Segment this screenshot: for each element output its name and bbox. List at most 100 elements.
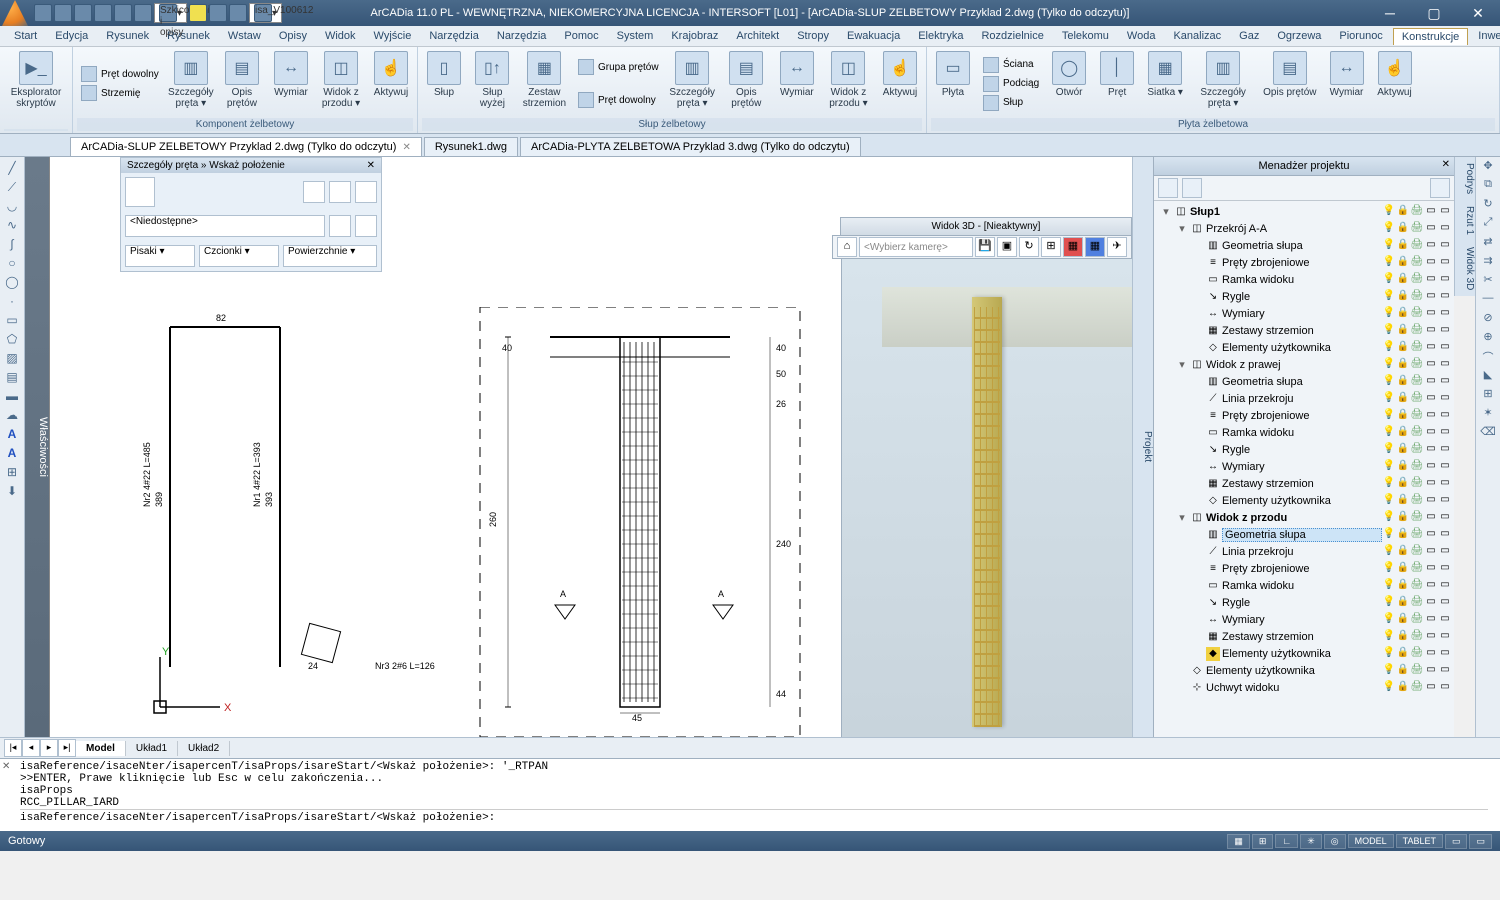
- rotate-tool-icon[interactable]: ↻: [1478, 197, 1498, 215]
- curve-tool-icon[interactable]: ∿: [2, 216, 22, 234]
- tree-row[interactable]: ▭Ramka widoku💡🔒🖨▭▭: [1156, 577, 1452, 594]
- bar-desc-button-2[interactable]: ▤Opis prętów: [722, 49, 771, 118]
- region-tool-icon[interactable]: ▤: [2, 368, 22, 386]
- qat-undo-icon[interactable]: [114, 4, 132, 22]
- trim-tool-icon[interactable]: ✂: [1478, 273, 1498, 291]
- tree-row[interactable]: ▾◫Widok z prawej💡🔒🖨▭▭: [1156, 356, 1452, 373]
- any-bar-button[interactable]: Pręt dowolny: [79, 65, 161, 83]
- pens-select[interactable]: Pisaki ▾: [125, 245, 195, 267]
- panel-close-icon[interactable]: ✕: [1442, 159, 1450, 170]
- mesh-button[interactable]: ▦Siatka ▾: [1143, 49, 1187, 118]
- dimension-button-3[interactable]: ↔Wymiar: [1325, 49, 1369, 118]
- tree-row[interactable]: ⟋Linia przekroju💡🔒🖨▭▭: [1156, 390, 1452, 407]
- menu-kanalizac[interactable]: Kanalizac: [1165, 28, 1229, 44]
- menu-wyjście[interactable]: Wyjście: [366, 28, 420, 44]
- tree-row[interactable]: ◇Elementy użytkownika💡🔒🖨▭▭: [1156, 492, 1452, 509]
- status-opt2[interactable]: ▭: [1469, 834, 1492, 849]
- menu-gaz[interactable]: Gaz: [1231, 28, 1267, 44]
- insert-tool-icon[interactable]: ⬇: [2, 482, 22, 500]
- tree-row[interactable]: ≡Pręty zbrojeniowe💡🔒🖨▭▭: [1156, 254, 1452, 271]
- view3d-cube-icon[interactable]: ▣: [997, 237, 1017, 257]
- menu-rysunek[interactable]: Rysunek: [98, 28, 157, 44]
- view3d-wire-icon[interactable]: ▦: [1085, 237, 1105, 257]
- osnap-toggle[interactable]: ◎: [1324, 834, 1346, 849]
- break-tool-icon[interactable]: ⊘: [1478, 311, 1498, 329]
- opening-button[interactable]: ◯Otwór: [1047, 49, 1091, 118]
- tree-row[interactable]: ▾◫Widok z przodu💡🔒🖨▭▭: [1156, 509, 1452, 526]
- panel-close-icon[interactable]: ✕: [367, 160, 375, 171]
- view3d-save-icon[interactable]: 💾: [975, 237, 995, 257]
- front-view-button[interactable]: ◫Widok z przodu ▾: [317, 49, 365, 118]
- block-tool-icon[interactable]: ⊞: [2, 463, 22, 481]
- offset-tool-icon[interactable]: ⇉: [1478, 254, 1498, 272]
- fill-tool-icon[interactable]: ▬: [2, 387, 22, 405]
- tree-row[interactable]: ◇Elementy użytkownika💡🔒🖨▭▭: [1156, 339, 1452, 356]
- bar-desc-button-3[interactable]: ▤Opis prętów: [1259, 49, 1320, 118]
- qat-print-icon[interactable]: [94, 4, 112, 22]
- close-button[interactable]: ✕: [1456, 0, 1500, 26]
- revcloud-tool-icon[interactable]: ☁: [2, 406, 22, 424]
- tree-row[interactable]: ▥Geometria słupa💡🔒🖨▭▭: [1156, 237, 1452, 254]
- extend-tool-icon[interactable]: —: [1478, 292, 1498, 310]
- column-above-button[interactable]: ▯↑Słup wyżej: [470, 49, 515, 118]
- beam-button[interactable]: Podciąg: [981, 75, 1041, 93]
- doc-tab[interactable]: ArCADia-PLYTA ZELBETOWA Przyklad 3.dwg (…: [520, 137, 861, 156]
- layer-select[interactable]: <Niedostępne>: [125, 215, 325, 237]
- activate-button-2[interactable]: ☝Aktywuj: [878, 49, 922, 118]
- tree-row[interactable]: ▾◫Słup1💡🔒🖨▭▭: [1156, 203, 1452, 220]
- qat-new-icon[interactable]: [34, 4, 52, 22]
- panel-preview-icon[interactable]: [125, 177, 155, 207]
- tree-row[interactable]: ▦Zestawy strzemion💡🔒🖨▭▭: [1156, 475, 1452, 492]
- menu-elektryka[interactable]: Elektryka: [910, 28, 971, 44]
- qat-freeze-icon[interactable]: [229, 4, 247, 22]
- workspace-combo[interactable]: Szkicowanie i opisy ▾: [154, 3, 187, 23]
- bar-button[interactable]: │Pręt: [1095, 49, 1139, 118]
- menu-narzędzia[interactable]: Narzędzia: [421, 28, 487, 44]
- project-side-tab[interactable]: Projekt: [1132, 157, 1153, 737]
- qat-layer-icon[interactable]: [209, 4, 227, 22]
- maximize-button[interactable]: ▢: [1412, 0, 1456, 26]
- script-explorer-button[interactable]: ▶_Eksplorator skryptów: [4, 49, 68, 129]
- tree-row[interactable]: ↔Wymiary💡🔒🖨▭▭: [1156, 458, 1452, 475]
- cmd-close-icon[interactable]: ✕: [2, 761, 10, 773]
- mtext-tool-icon[interactable]: A: [2, 444, 22, 462]
- tree-row[interactable]: ↘Rygle💡🔒🖨▭▭: [1156, 441, 1452, 458]
- minimize-button[interactable]: ─: [1368, 0, 1412, 26]
- surfaces-select[interactable]: Powierzchnie ▾: [283, 245, 377, 267]
- model-toggle[interactable]: MODEL: [1348, 834, 1394, 848]
- bar-desc-button[interactable]: ▤Opis prętów: [219, 49, 265, 118]
- tree-row[interactable]: ▥Geometria słupa💡🔒🖨▭▭: [1156, 526, 1452, 543]
- fonts-select[interactable]: Czcionki ▾: [199, 245, 279, 267]
- tree-row[interactable]: ⊹Uchwyt widoku💡🔒🖨▭▭: [1156, 679, 1452, 696]
- pm-filter-icon[interactable]: [1430, 178, 1450, 198]
- view3d-tab[interactable]: Widok 3D: [1454, 241, 1475, 296]
- tree-row[interactable]: ↔Wymiary💡🔒🖨▭▭: [1156, 611, 1452, 628]
- column-button-2[interactable]: Słup: [981, 94, 1041, 112]
- menu-ogrzewa[interactable]: Ogrzewa: [1269, 28, 1329, 44]
- camera-select[interactable]: <Wybierz kamerę>: [859, 237, 973, 257]
- menu-krajobraz[interactable]: Krajobraz: [663, 28, 726, 44]
- menu-inwentaryz[interactable]: Inwentaryz: [1470, 28, 1500, 44]
- layout-tab[interactable]: Układ2: [178, 741, 230, 756]
- command-input[interactable]: [20, 809, 1488, 826]
- panel-mode3-icon[interactable]: [355, 181, 377, 203]
- tree-row[interactable]: ▥Geometria słupa💡🔒🖨▭▭: [1156, 373, 1452, 390]
- view3d-viewport[interactable]: [841, 257, 1132, 737]
- column-button[interactable]: ▯Słup: [422, 49, 466, 118]
- tree-row[interactable]: ≡Pręty zbrojeniowe💡🔒🖨▭▭: [1156, 560, 1452, 577]
- tree-row[interactable]: ◇Elementy użytkownika💡🔒🖨▭▭: [1156, 662, 1452, 679]
- layer-opt2-icon[interactable]: [355, 215, 377, 237]
- explode-tool-icon[interactable]: ✶: [1478, 406, 1498, 424]
- menu-narzędzia[interactable]: Narzędzia: [489, 28, 555, 44]
- menu-pomoc[interactable]: Pomoc: [556, 28, 606, 44]
- ellipse-tool-icon[interactable]: ◯: [2, 273, 22, 291]
- grid-toggle[interactable]: ⊞: [1252, 834, 1274, 849]
- menu-start[interactable]: Start: [6, 28, 45, 44]
- menu-woda[interactable]: Woda: [1119, 28, 1164, 44]
- activate-button[interactable]: ☝Aktywuj: [369, 49, 413, 118]
- doc-tab[interactable]: Rysunek1.dwg: [424, 137, 518, 156]
- properties-strip[interactable]: Właściwości: [25, 157, 50, 737]
- stirrup-button[interactable]: Strzemię: [79, 84, 161, 102]
- tree-row[interactable]: ▦Zestawy strzemion💡🔒🖨▭▭: [1156, 322, 1452, 339]
- wall-button[interactable]: Ściana: [981, 56, 1041, 74]
